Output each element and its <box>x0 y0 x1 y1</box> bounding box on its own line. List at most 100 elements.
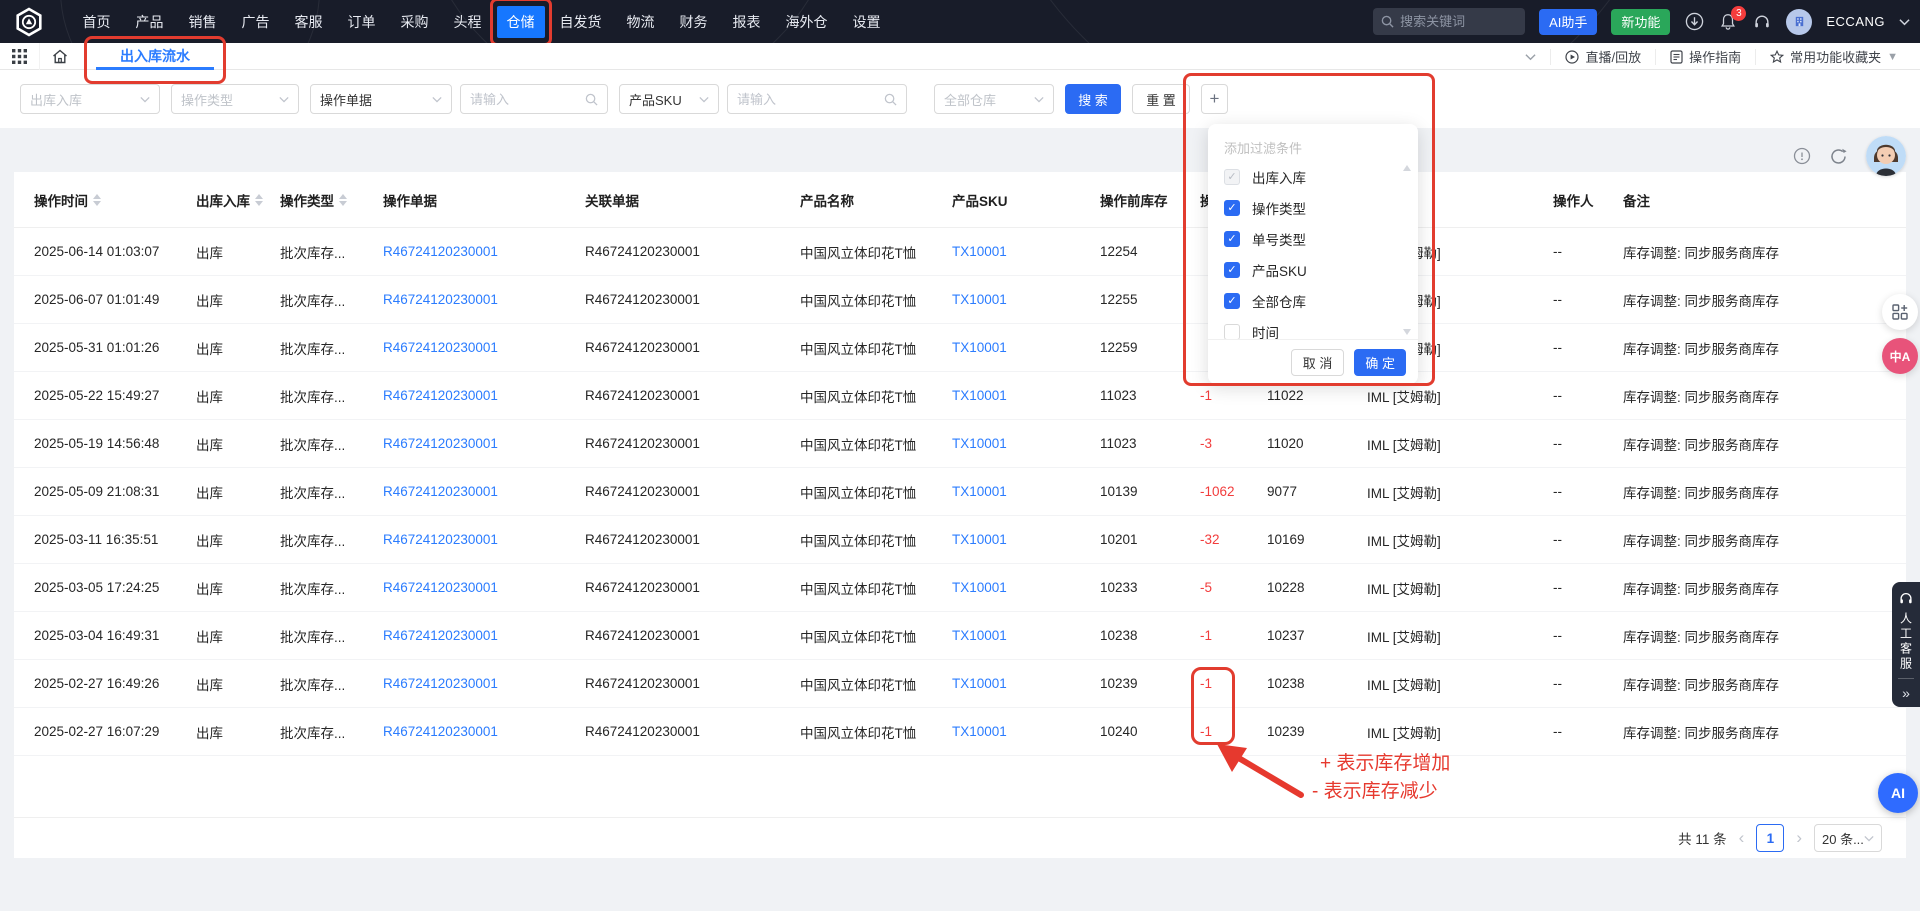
doc-link[interactable]: R46724120230001 <box>383 580 498 595</box>
checkbox-checked[interactable]: ✓ <box>1224 293 1240 309</box>
scroll-up-icon[interactable] <box>1403 165 1411 171</box>
sku-link[interactable]: TX10001 <box>952 292 1007 307</box>
checkbox-checked[interactable]: ✓ <box>1224 231 1240 247</box>
sku-link[interactable]: TX10001 <box>952 628 1007 643</box>
filter-option-1[interactable]: ✓操作类型 <box>1208 192 1418 223</box>
sku-link[interactable]: TX10001 <box>952 436 1007 451</box>
sku-link[interactable]: TX10001 <box>952 484 1007 499</box>
nav-item-2[interactable]: 销售 <box>179 6 227 38</box>
nav-item-6[interactable]: 采购 <box>391 6 439 38</box>
filter-option-3[interactable]: ✓产品SKU <box>1208 254 1418 285</box>
filter-option-0[interactable]: ✓出库入库 <box>1208 161 1418 192</box>
warehouse-select[interactable]: 全部仓库 <box>934 84 1054 114</box>
doc-link[interactable]: R46724120230001 <box>383 388 498 403</box>
ai-float-button[interactable]: AI <box>1878 773 1918 813</box>
doc-link[interactable]: R46724120230001 <box>383 340 498 355</box>
doc-link[interactable]: R46724120230001 <box>383 628 498 643</box>
new-features-button[interactable]: 新功能 <box>1611 9 1670 35</box>
checkbox-checked[interactable]: ✓ <box>1224 169 1240 185</box>
ai-assistant-button[interactable]: AI助手 <box>1539 9 1597 35</box>
nav-item-5[interactable]: 订单 <box>338 6 386 38</box>
nav-item-3[interactable]: 广告 <box>232 6 280 38</box>
checkbox-checked[interactable]: ✓ <box>1224 200 1240 216</box>
account-chevron-down-icon[interactable] <box>1899 18 1910 26</box>
nav-item-9[interactable]: 自发货 <box>550 6 612 38</box>
sort-icon[interactable] <box>93 194 101 206</box>
doc-link[interactable]: R46724120230001 <box>383 676 498 691</box>
column-header-0[interactable]: 操作时间 <box>20 190 182 210</box>
sku-link[interactable]: TX10001 <box>952 244 1007 259</box>
support-button[interactable] <box>1752 12 1772 32</box>
column-header-1[interactable]: 出库入库 <box>182 190 266 210</box>
doc-type-select[interactable]: 操作单据 <box>310 84 452 114</box>
doc-link[interactable]: R46724120230001 <box>383 724 498 739</box>
sort-icon[interactable] <box>339 194 347 206</box>
nav-item-8[interactable]: 仓储 <box>497 6 545 38</box>
apps-grid-button[interactable] <box>0 43 40 70</box>
next-page-button[interactable]: › <box>1794 828 1804 848</box>
nav-item-0[interactable]: 首页 <box>73 6 121 38</box>
sku-link[interactable]: TX10001 <box>952 724 1007 739</box>
refresh-icon[interactable] <box>1829 147 1848 166</box>
page-size-select[interactable]: 20 条... <box>1814 824 1882 852</box>
global-search[interactable] <box>1373 8 1525 35</box>
nav-item-13[interactable]: 海外仓 <box>776 6 838 38</box>
doc-link[interactable]: R46724120230001 <box>383 436 498 451</box>
global-search-input[interactable] <box>1400 14 1510 29</box>
doc-number-input[interactable] <box>470 92 585 107</box>
nav-item-7[interactable]: 头程 <box>444 6 492 38</box>
doc-link[interactable]: R46724120230001 <box>383 292 498 307</box>
prev-page-button[interactable]: ‹ <box>1737 828 1747 848</box>
checkbox-checked[interactable]: ✓ <box>1224 262 1240 278</box>
nav-item-12[interactable]: 报表 <box>723 6 771 38</box>
search-button[interactable]: 搜 索 <box>1065 84 1121 114</box>
nav-item-11[interactable]: 财务 <box>670 6 718 38</box>
expand-icon[interactable]: » <box>1902 685 1910 701</box>
sku-link[interactable]: TX10001 <box>952 388 1007 403</box>
nav-item-14[interactable]: 设置 <box>843 6 891 38</box>
sku-link[interactable]: TX10001 <box>952 676 1007 691</box>
sku-type-select[interactable]: 产品SKU <box>619 84 719 114</box>
sku-input[interactable] <box>737 92 884 107</box>
info-icon[interactable] <box>1793 147 1811 165</box>
home-button[interactable] <box>40 43 80 70</box>
filter-option-2[interactable]: ✓单号类型 <box>1208 223 1418 254</box>
doc-link[interactable]: R46724120230001 <box>383 532 498 547</box>
reset-button[interactable]: 重 置 <box>1132 84 1190 114</box>
customize-widget-button[interactable] <box>1882 294 1918 330</box>
customer-service-panel[interactable]: 人工客服 » <box>1892 582 1920 707</box>
column-header-2[interactable]: 操作类型 <box>266 190 369 210</box>
nav-item-4[interactable]: 客服 <box>285 6 333 38</box>
nav-item-10[interactable]: 物流 <box>617 6 665 38</box>
account-avatar[interactable] <box>1786 9 1812 35</box>
favorites-link[interactable]: 常用功能收藏夹 ▼ <box>1755 49 1912 65</box>
nav-item-1[interactable]: 产品 <box>126 6 174 38</box>
add-filter-button[interactable]: + <box>1201 84 1228 114</box>
current-page-button[interactable]: 1 <box>1756 824 1784 852</box>
tab-inventory-flow[interactable]: 出入库流水 <box>96 43 214 70</box>
live-replay-link[interactable]: 直播/回放 <box>1550 49 1655 65</box>
sku-link[interactable]: TX10001 <box>952 580 1007 595</box>
operation-guide-link[interactable]: 操作指南 <box>1655 49 1755 65</box>
filter-option-4[interactable]: ✓全部仓库 <box>1208 285 1418 316</box>
collapse-chevron-button[interactable] <box>1511 49 1550 65</box>
user-avatar[interactable] <box>1866 136 1906 176</box>
cell-after: 9077 <box>1253 484 1353 499</box>
notifications-button[interactable]: 3 <box>1718 12 1738 32</box>
doc-link[interactable]: R46724120230001 <box>383 484 498 499</box>
download-button[interactable] <box>1684 12 1704 32</box>
translate-button[interactable]: 中A <box>1882 338 1918 374</box>
cancel-button[interactable]: 取 消 <box>1291 349 1345 376</box>
confirm-button[interactable]: 确 定 <box>1354 349 1406 376</box>
doc-link[interactable]: R46724120230001 <box>383 244 498 259</box>
sku-link[interactable]: TX10001 <box>952 340 1007 355</box>
checkbox-unchecked[interactable] <box>1224 324 1240 340</box>
sku-link[interactable]: TX10001 <box>952 532 1007 547</box>
sort-icon[interactable] <box>255 194 263 206</box>
account-name[interactable]: ECCANG <box>1826 14 1885 29</box>
filter-option-5[interactable]: 时间 <box>1208 316 1418 339</box>
inout-filter-select[interactable]: 出库入库 <box>20 84 160 114</box>
optype-filter-select[interactable]: 操作类型 <box>171 84 299 114</box>
cell-sku: TX10001 <box>938 676 1086 691</box>
scroll-down-icon[interactable] <box>1403 329 1411 335</box>
